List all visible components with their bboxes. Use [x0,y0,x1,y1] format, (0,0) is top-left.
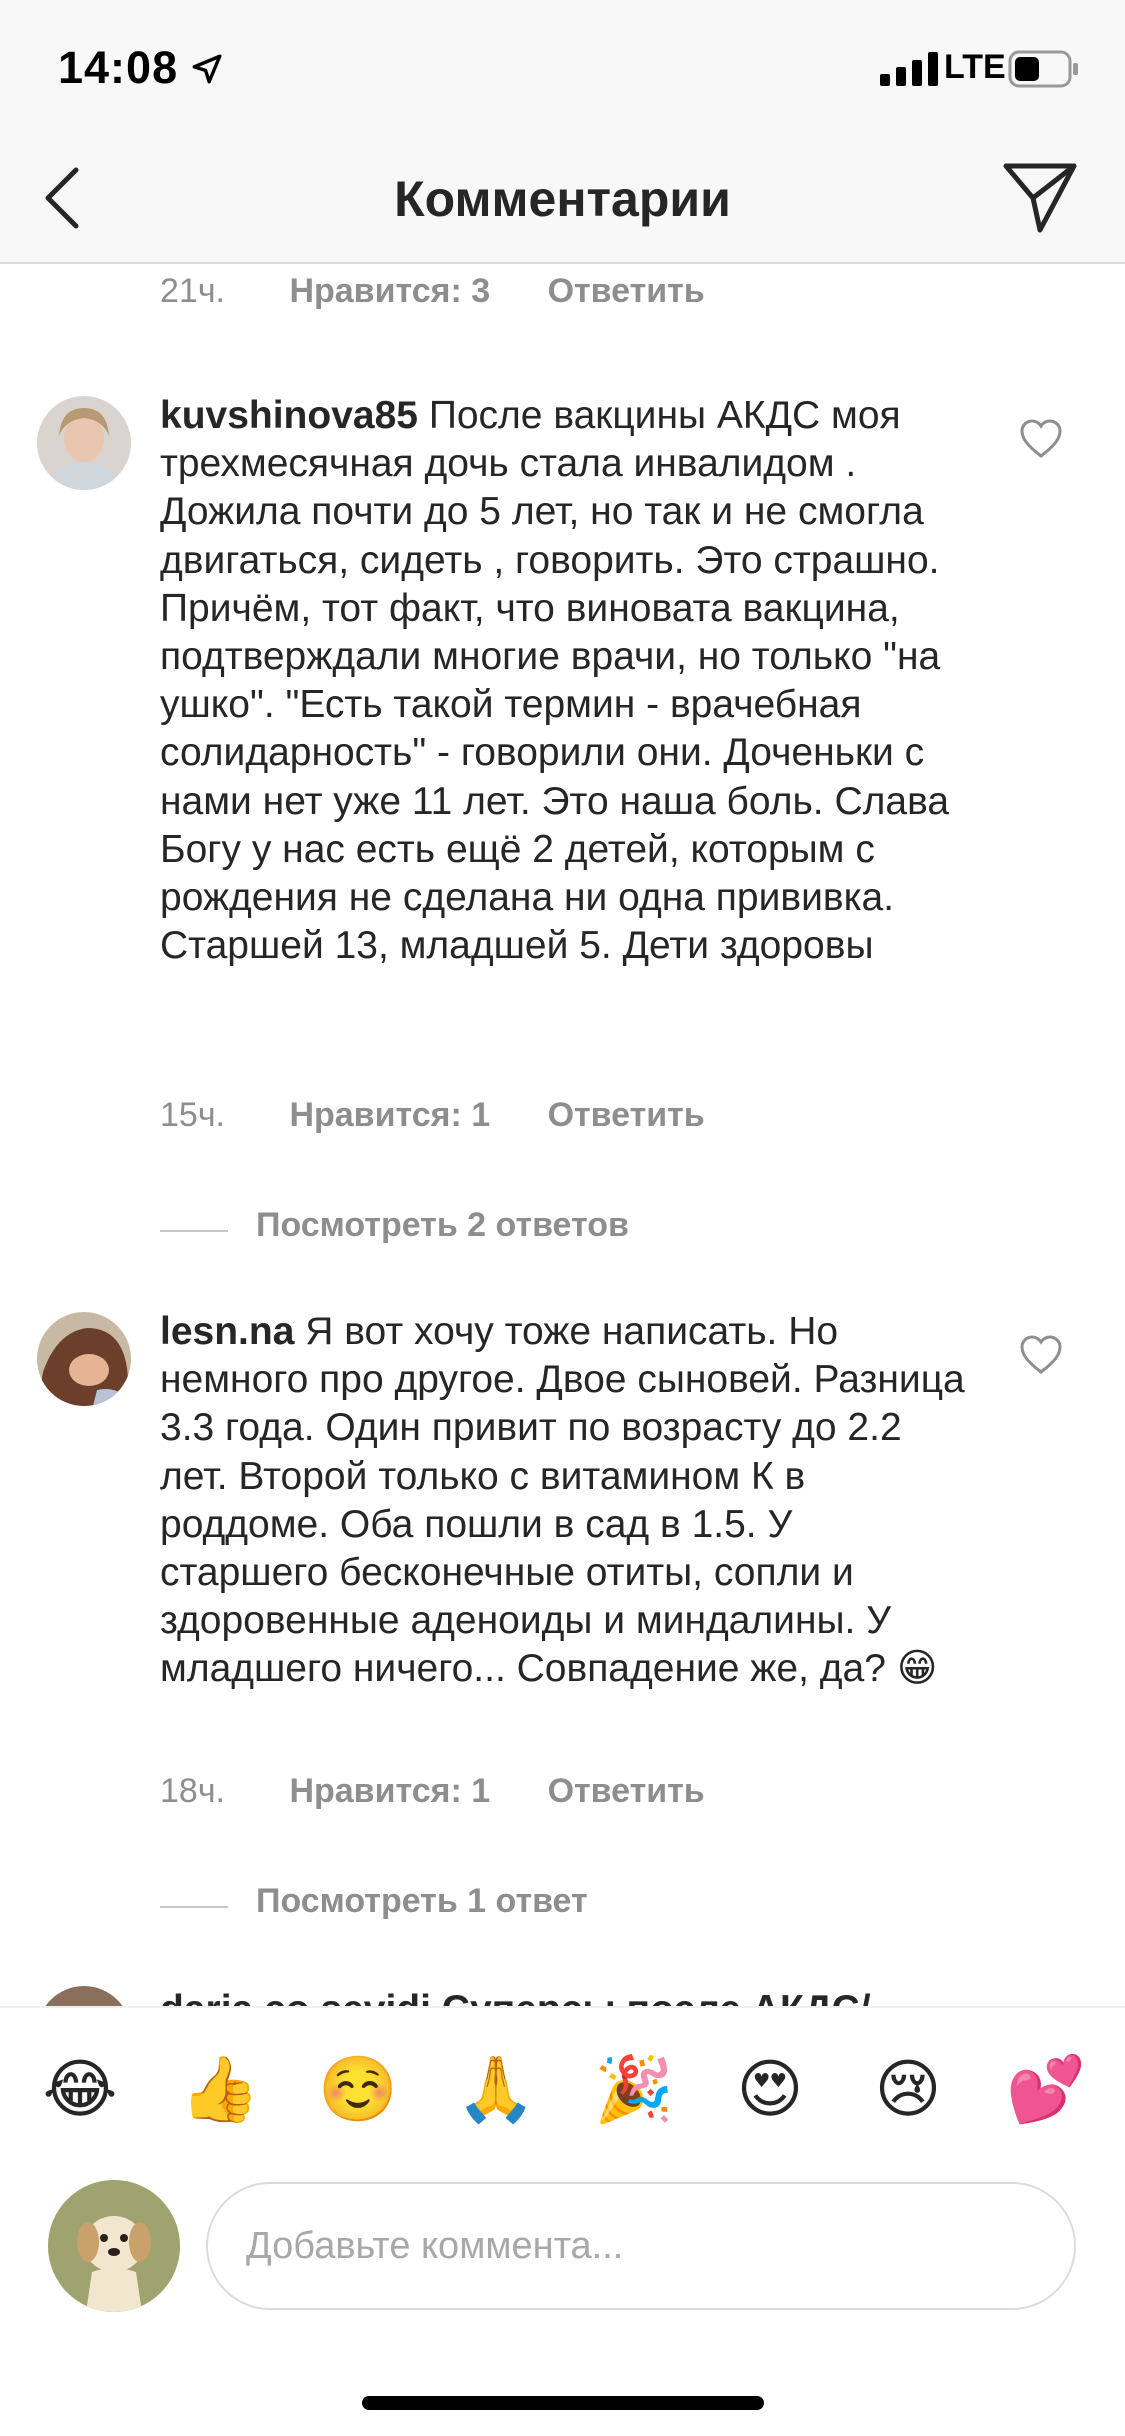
emoji-praying-hands[interactable]: 🙏 [456,2052,536,2128]
comment-text: После вакцины АКДС моя трехмесячная дочь… [160,394,950,968]
emoji-smiling-face[interactable]: ☺️ [318,2052,398,2128]
emoji-tears-of-joy[interactable]: 😂 [42,2052,118,2128]
comment-meta: 15ч. Нравится: 1 Ответить [160,1096,705,1135]
direct-send-icon[interactable] [1000,160,1080,236]
battery-icon [1008,50,1078,88]
partial-comment: daria.co.sevidi Суперсы после АКДС/ [160,1988,871,2006]
emoji-thumbs-up[interactable]: 👍 [180,2052,260,2128]
reply-button[interactable]: Ответить [548,1772,705,1811]
comment-username[interactable]: lesn.na [160,1310,294,1353]
comment-time: 15ч. [160,1096,225,1134]
comment-username[interactable]: kuvshinova85 [160,394,418,437]
comment-item: kuvshinova85 После вакцины АКДС моя трех… [0,394,1125,967]
page-title: Комментарии [394,171,731,227]
status-time: 14:08 [58,42,179,93]
avatar[interactable] [37,396,131,490]
view-replies-label[interactable]: Посмотреть 2 ответов [256,1206,629,1245]
replies-divider [160,1906,228,1908]
comment-likes[interactable]: Нравится: 1 [289,1772,490,1811]
emoji-bar: 😂 👍 ☺️ 🙏 🎉 😍 😢 💕 [0,2006,1125,2172]
comment-likes[interactable]: Нравится: 1 [289,1096,490,1135]
heart-icon[interactable] [1018,1334,1064,1376]
view-replies-button[interactable]: Посмотреть 2 ответов [160,1206,860,1256]
location-arrow-icon [192,54,222,84]
comment-time: 18ч. [160,1772,225,1810]
view-replies-button[interactable]: Посмотреть 1 ответ [160,1882,860,1932]
avatar[interactable] [37,1312,131,1406]
avatar[interactable] [37,1986,131,2006]
signal-bars-icon [880,52,938,86]
comment-meta: 18ч. Нравится: 1 Ответить [160,1772,705,1811]
avatar [48,2180,180,2312]
network-type: LTE [944,48,1006,86]
replies-divider [160,1230,228,1232]
reply-button[interactable]: Ответить [548,1096,705,1135]
status-bar: 14:08 LTE [0,0,1125,132]
emoji-crying-face[interactable]: 😢 [870,2052,946,2128]
comment-item: lesn.na Я вот хочу тоже написать. Но нем… [0,1310,1125,1732]
view-replies-label[interactable]: Посмотреть 1 ответ [256,1882,588,1921]
comments-screen: 14:08 LTE Комментарии 21ч. Нравится: 3 О… [0,0,1125,2436]
nav-bar: Комментарии [0,132,1125,264]
home-indicator[interactable] [362,2396,764,2410]
comment-text: Я вот хочу тоже написать. Но немного про… [160,1310,965,1691]
emoji-party-popper[interactable]: 🎉 [594,2052,674,2128]
emoji-two-hearts[interactable]: 💕 [1006,2052,1086,2128]
comment-body: lesn.na Я вот хочу тоже написать. Но нем… [160,1308,970,1694]
comments-list[interactable]: 21ч. Нравится: 3 Ответить kuvshinova85 П… [0,266,1125,2006]
comment-input-row [0,2172,1125,2322]
comment-time: 21ч. [160,272,225,310]
comment-likes[interactable]: Нравится: 3 [289,272,490,311]
comment-input[interactable] [206,2182,1076,2310]
heart-icon[interactable] [1018,418,1064,460]
emoji-heart-eyes[interactable]: 😍 [732,2052,808,2128]
comment-meta: 21ч. Нравится: 3 Ответить [160,272,705,311]
comment-body: kuvshinova85 После вакцины АКДС моя трех… [160,392,970,970]
reply-button[interactable]: Ответить [548,272,705,311]
